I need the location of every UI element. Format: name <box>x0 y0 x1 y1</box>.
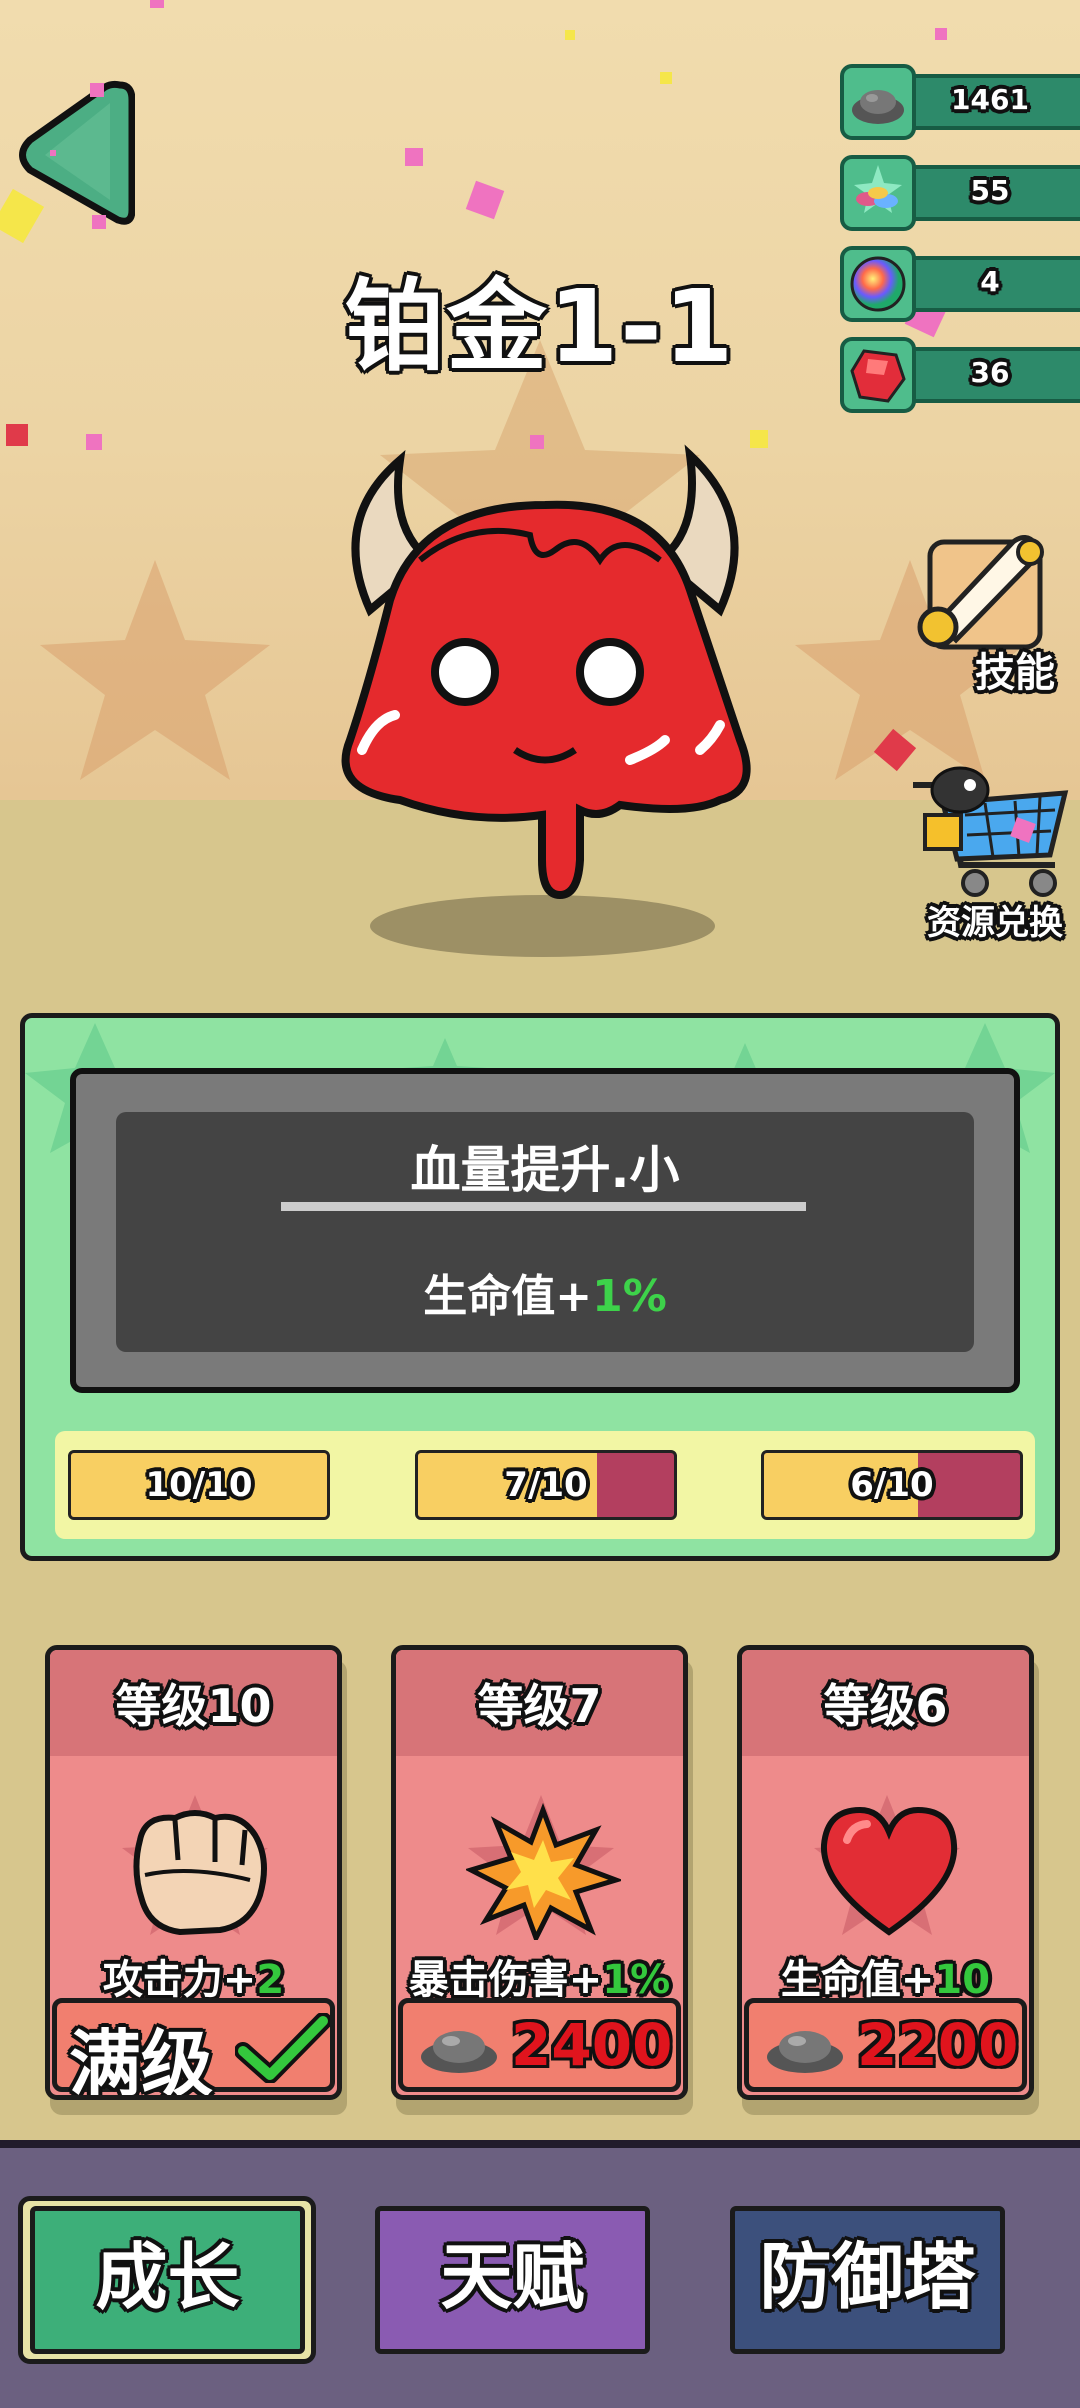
tab-growth[interactable]: 成长 <box>30 2206 305 2354</box>
back-arrow-icon[interactable] <box>10 75 135 235</box>
skill-detail-box: 血量提升.小 生命值+1% <box>116 1112 974 1352</box>
skill-detail-frame: 血量提升.小 生命值+1% <box>70 1068 1020 1393</box>
progress-bar-crit: 7/10 <box>415 1450 677 1520</box>
explosion-icon <box>466 1802 621 1940</box>
exchange-label[interactable]: 资源兑换 <box>910 895 1080 944</box>
ore-pile-icon <box>421 2031 497 2073</box>
level-title: 铂金1-1 <box>344 268 736 385</box>
skills-label[interactable]: 技能 <box>950 640 1080 698</box>
fist-icon <box>133 1810 267 1936</box>
tab-talent[interactable]: 天赋 <box>375 2206 650 2354</box>
progress-bar-health: 6/10 <box>761 1450 1023 1520</box>
card-level: 等级10 <box>115 1679 272 1733</box>
skill-divider <box>281 1202 806 1211</box>
skill-description: 生命值+1% <box>423 1271 667 1322</box>
shopping-cart-icon[interactable] <box>905 755 1075 905</box>
upgrade-cost: 2400 <box>511 2011 673 2079</box>
upgrade-cost: 2200 <box>857 2011 1019 2079</box>
skill-name: 血量提升.小 <box>410 1141 680 1199</box>
checkmark-icon <box>235 2013 330 2083</box>
resource-gems: 55 <box>840 155 1080 231</box>
card-level: 等级7 <box>477 1679 602 1733</box>
scroll-icon[interactable] <box>908 522 1054 652</box>
card-bonus: 攻击力+2 <box>102 1957 285 2003</box>
card-footer-cost[interactable]: 2400 <box>398 1998 681 2092</box>
ore-pile-icon <box>767 2031 843 2073</box>
upgrade-card-health[interactable]: 等级6 生命值+10 2200 <box>737 1645 1034 2100</box>
card-footer-cost[interactable]: 2200 <box>744 1998 1027 2092</box>
progress-strip: 10/10 7/10 6/10 <box>55 1431 1035 1539</box>
card-footer-max: 满级 <box>52 1998 335 2095</box>
skill-info-panel: 血量提升.小 生命值+1% 10/10 7/10 6/10 <box>20 1013 1060 1561</box>
ore-pile-icon <box>840 64 916 140</box>
card-level: 等级6 <box>823 1679 948 1733</box>
card-bonus: 生命值+10 <box>780 1957 991 2003</box>
red-slime-monster <box>341 444 751 900</box>
progress-bar-attack: 10/10 <box>68 1450 330 1520</box>
gem-pile-icon <box>840 155 916 231</box>
max-level-label: 满级 <box>69 2022 214 2100</box>
upgrade-card-crit[interactable]: 等级7 暴击伤害+1% 2400 <box>391 1645 688 2100</box>
resource-ore: 1461 <box>840 64 1080 140</box>
heart-icon <box>820 1806 958 1936</box>
card-bonus: 暴击伤害+1% <box>408 1957 671 2003</box>
tab-defense-tower[interactable]: 防御塔 <box>730 2206 1005 2354</box>
upgrade-card-attack[interactable]: 等级10 攻击力+2 满级 <box>45 1645 342 2100</box>
